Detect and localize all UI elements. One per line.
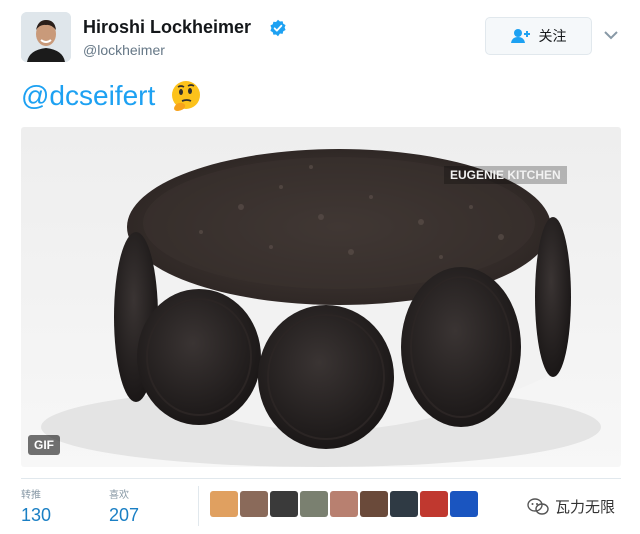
brand-name: 瓦力无限 xyxy=(555,499,616,516)
avatar[interactable] xyxy=(21,12,71,62)
video-watermark: EUGENIE KITCHEN xyxy=(444,166,567,184)
liker-avatar[interactable] xyxy=(450,491,478,517)
stats-divider xyxy=(21,478,621,479)
liker-avatar[interactable] xyxy=(330,491,358,517)
liker-avatar[interactable] xyxy=(240,491,268,517)
follow-label: 关注 xyxy=(538,28,567,44)
user-handle[interactable]: @lockheimer xyxy=(83,42,165,58)
chevron-down-icon[interactable] xyxy=(604,30,618,40)
like-count: 207 xyxy=(109,505,140,525)
follow-button[interactable]: 关注 xyxy=(485,17,592,55)
wechat-icon xyxy=(527,497,549,515)
liker-avatars xyxy=(210,491,478,517)
wechat-brand: 瓦力无限 xyxy=(527,496,615,517)
verified-badge-icon xyxy=(270,19,286,37)
mention-link[interactable]: @dcseifert xyxy=(21,80,155,112)
liker-avatar[interactable] xyxy=(270,491,298,517)
like-label: 喜欢 xyxy=(109,490,129,501)
retweet-count: 130 xyxy=(21,505,52,525)
stats-separator xyxy=(198,486,199,526)
retweet-stat[interactable]: 转推 130 xyxy=(21,486,51,526)
gif-badge: GIF xyxy=(28,435,60,455)
liker-avatar[interactable] xyxy=(390,491,418,517)
liker-avatar[interactable] xyxy=(210,491,238,517)
add-user-icon xyxy=(510,29,530,43)
like-stat[interactable]: 喜欢 207 xyxy=(109,486,139,526)
thinking-face-emoji-icon xyxy=(172,81,200,111)
retweet-label: 转推 xyxy=(21,490,41,501)
liker-avatar[interactable] xyxy=(420,491,448,517)
liker-avatar[interactable] xyxy=(360,491,388,517)
liker-avatar[interactable] xyxy=(300,491,328,517)
display-name[interactable]: Hiroshi Lockheimer xyxy=(83,17,251,38)
